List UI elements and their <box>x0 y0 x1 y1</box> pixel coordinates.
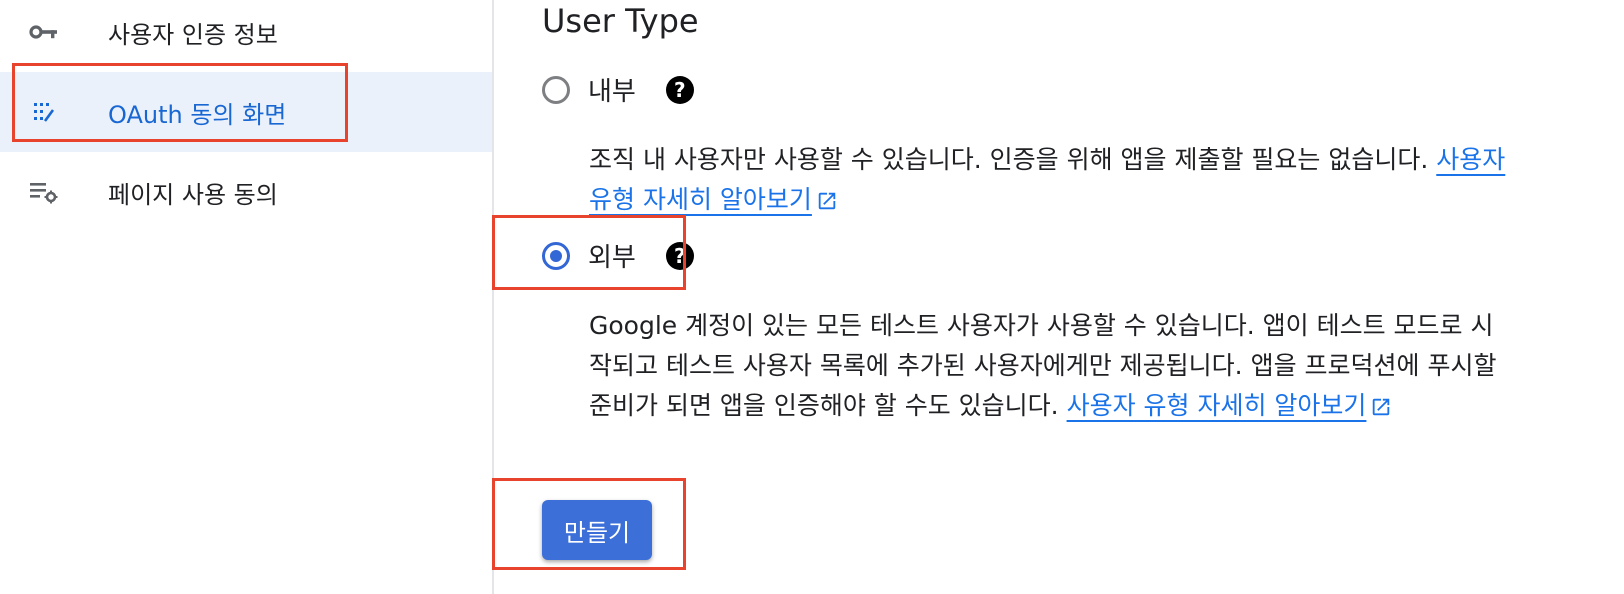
external-link-icon <box>1373 398 1390 416</box>
sidebar-item-label: 페이지 사용 동의 <box>108 180 278 209</box>
radio-option-internal[interactable]: 내부 ? <box>542 71 694 108</box>
key-icon <box>28 16 60 48</box>
sidebar: 사용자 인증 정보 OAuth 동의 화면 페이지 사용 동의 <box>0 0 492 594</box>
radio-external[interactable] <box>542 241 570 270</box>
radio-internal[interactable] <box>542 75 570 104</box>
radio-label-external: 외부 <box>588 243 636 273</box>
description-internal: 조직 내 사용자만 사용할 수 있습니다. 인증을 위해 앱을 제출할 필요는 … <box>589 140 1509 220</box>
user-type-panel: User Type 내부 ? 조직 내 사용자만 사용할 수 있습니다. 인증을… <box>492 0 1624 594</box>
external-link-icon <box>818 192 836 210</box>
radio-label-internal: 내부 <box>588 77 636 107</box>
help-icon[interactable]: ? <box>665 241 694 270</box>
description-text: 조직 내 사용자만 사용할 수 있습니다. 인증을 위해 앱을 제출할 필요는 … <box>589 145 1437 174</box>
sidebar-item-oauth-consent[interactable]: OAuth 동의 화면 <box>0 72 492 152</box>
sidebar-item-credentials[interactable]: 사용자 인증 정보 <box>0 0 492 72</box>
create-button[interactable]: 만들기 <box>542 500 652 560</box>
sidebar-item-label: 사용자 인증 정보 <box>108 20 278 49</box>
description-external: Google 계정이 있는 모든 테스트 사용자가 사용할 수 있습니다. 앱이… <box>589 306 1509 426</box>
radio-option-external[interactable]: 외부 ? <box>542 237 694 274</box>
sidebar-item-label: OAuth 동의 화면 <box>108 100 287 129</box>
learn-more-link[interactable]: 사용자 유형 자세히 알아보기 <box>1067 391 1393 420</box>
consent-screen-icon <box>28 96 60 128</box>
list-settings-icon <box>28 176 60 208</box>
help-icon[interactable]: ? <box>665 75 694 104</box>
sidebar-item-page-usage-consent[interactable]: 페이지 사용 동의 <box>0 152 492 232</box>
section-title: User Type <box>542 2 699 40</box>
